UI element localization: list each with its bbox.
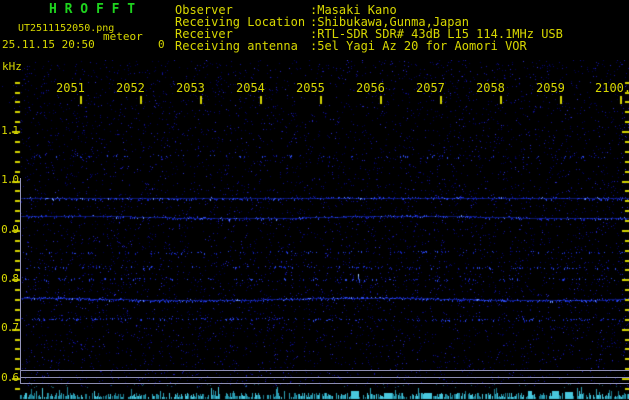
- time-tick-label: 2058: [476, 81, 505, 95]
- app-title: H R O F F T: [49, 2, 136, 17]
- time-tick-label: 2051: [56, 81, 85, 95]
- freq-tick-label: 0.7: [1, 321, 19, 334]
- spectrogram-left-border: [20, 178, 21, 384]
- observation-mode-label: meteor: [103, 30, 143, 43]
- baseline-upper: [20, 370, 629, 371]
- time-tick-label: 2100.: [595, 81, 629, 95]
- freq-tick-label: 0.9: [1, 223, 19, 236]
- freq-tick-label: 1.1: [1, 124, 19, 137]
- hrofft-window: H R O F F T UT2511152050.png meteor 25.1…: [0, 0, 629, 400]
- time-tick-label: 2053: [176, 81, 205, 95]
- baseline-lower: [20, 383, 629, 384]
- header-field-value: :5el Yagi Az 20 for Aomori VOR: [310, 39, 527, 53]
- time-tick-label: 2056: [356, 81, 385, 95]
- freq-tick-label: 1.0: [1, 173, 19, 186]
- time-tick-label: 2052: [116, 81, 145, 95]
- echo-count: 0: [158, 38, 165, 51]
- capture-datetime: 25.11.15 20:50: [2, 38, 95, 51]
- time-tick-label: 2057: [416, 81, 445, 95]
- capture-filename: UT2511152050.png: [18, 23, 115, 34]
- time-tick-label: 2055: [296, 81, 325, 95]
- spectrogram-canvas: [0, 60, 629, 400]
- time-tick-label: 2059: [536, 81, 565, 95]
- time-tick-label: 2054: [236, 81, 265, 95]
- freq-axis-unit: kHz: [2, 60, 22, 73]
- freq-tick-label: 0.6: [1, 371, 19, 384]
- baseline-middle: [20, 377, 629, 378]
- freq-tick-label: 0.8: [1, 272, 19, 285]
- header-field-label: Receiving antenna: [175, 39, 298, 53]
